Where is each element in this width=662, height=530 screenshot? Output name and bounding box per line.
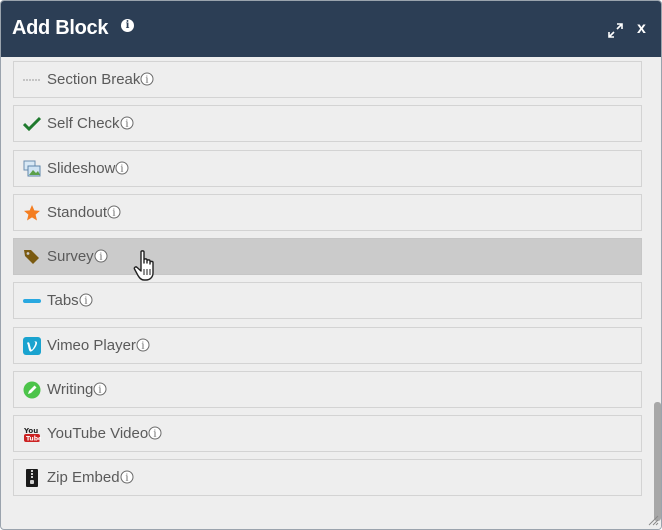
hand-pointer-cursor-icon [133, 250, 154, 281]
scrollbar-thumb[interactable] [654, 402, 661, 521]
close-button[interactable]: x [637, 20, 646, 38]
list-item-vimeo-player[interactable]: Vimeo Player i [13, 327, 642, 364]
list-item-writing[interactable]: Writing i [13, 371, 642, 408]
list-item-label: Zip Embed i [47, 469, 134, 487]
list-item-label: Standout i [47, 204, 121, 222]
svg-text:i: i [84, 297, 87, 307]
svg-text:i: i [113, 209, 116, 219]
list-item-label: Writing i [47, 381, 107, 399]
list-item-label: Tabs i [47, 292, 93, 310]
info-icon[interactable]: i [79, 293, 93, 307]
list-item-label: Slideshow i [47, 160, 129, 178]
tabs-icon [23, 299, 41, 303]
list-item-label: Vimeo Player i [47, 337, 150, 355]
pencil-icon [23, 381, 41, 399]
star-icon [24, 205, 40, 221]
add-block-dialog: Add Block i x Section Break i Self Check i [0, 0, 662, 530]
expand-icon[interactable] [608, 23, 623, 38]
slideshow-icon [23, 160, 41, 177]
info-icon[interactable]: i [107, 205, 121, 219]
list-item-label: YouTube Video i [47, 425, 162, 443]
svg-text:i: i [141, 342, 144, 352]
list-item-zip-embed[interactable]: Zip Embed i [13, 459, 642, 496]
svg-text:i: i [146, 76, 149, 86]
tag-icon [24, 250, 39, 264]
info-icon[interactable]: i [148, 426, 162, 440]
info-icon[interactable]: i [93, 382, 107, 396]
list-item-label: Survey i [47, 248, 108, 266]
svg-text:i: i [99, 253, 102, 263]
svg-text:i: i [154, 430, 157, 440]
title-info-icon[interactable]: i [121, 19, 134, 32]
list-item-label: Section Break i [47, 71, 154, 89]
svg-text:You: You [23, 427, 38, 435]
svg-text:Tube: Tube [26, 436, 41, 443]
svg-text:i: i [125, 120, 128, 130]
resize-grip-icon[interactable] [647, 514, 659, 526]
info-icon[interactable]: i [120, 116, 134, 130]
dialog-titlebar: Add Block i x [1, 1, 661, 57]
block-list: Section Break i Self Check i Slideshow i St… [1, 57, 653, 529]
vimeo-icon [23, 337, 41, 355]
info-icon[interactable]: i [94, 249, 108, 263]
list-item-label: Self Check i [47, 115, 134, 133]
dialog-title: Add Block [12, 17, 109, 39]
list-item-tabs[interactable]: Tabs i [13, 282, 642, 319]
list-item-self-check[interactable]: Self Check i [13, 105, 642, 142]
info-icon[interactable]: i [120, 470, 134, 484]
list-item-survey[interactable]: Survey i [13, 238, 642, 275]
zip-icon [26, 469, 38, 487]
list-item-section-break[interactable]: Section Break i [13, 61, 642, 98]
list-item-youtube-video[interactable]: You Tube YouTube Video i [13, 415, 642, 452]
checkmark-icon [23, 116, 41, 132]
list-item-slideshow[interactable]: Slideshow i [13, 150, 642, 187]
section-break-icon [23, 79, 41, 81]
info-icon[interactable]: i [136, 338, 150, 352]
list-item-standout[interactable]: Standout i [13, 194, 642, 231]
svg-text:i: i [125, 474, 128, 484]
svg-text:i: i [121, 165, 124, 175]
info-icon[interactable]: i [115, 161, 129, 175]
svg-text:i: i [99, 386, 102, 396]
info-icon[interactable]: i [140, 72, 154, 86]
youtube-icon: You Tube [23, 427, 41, 443]
